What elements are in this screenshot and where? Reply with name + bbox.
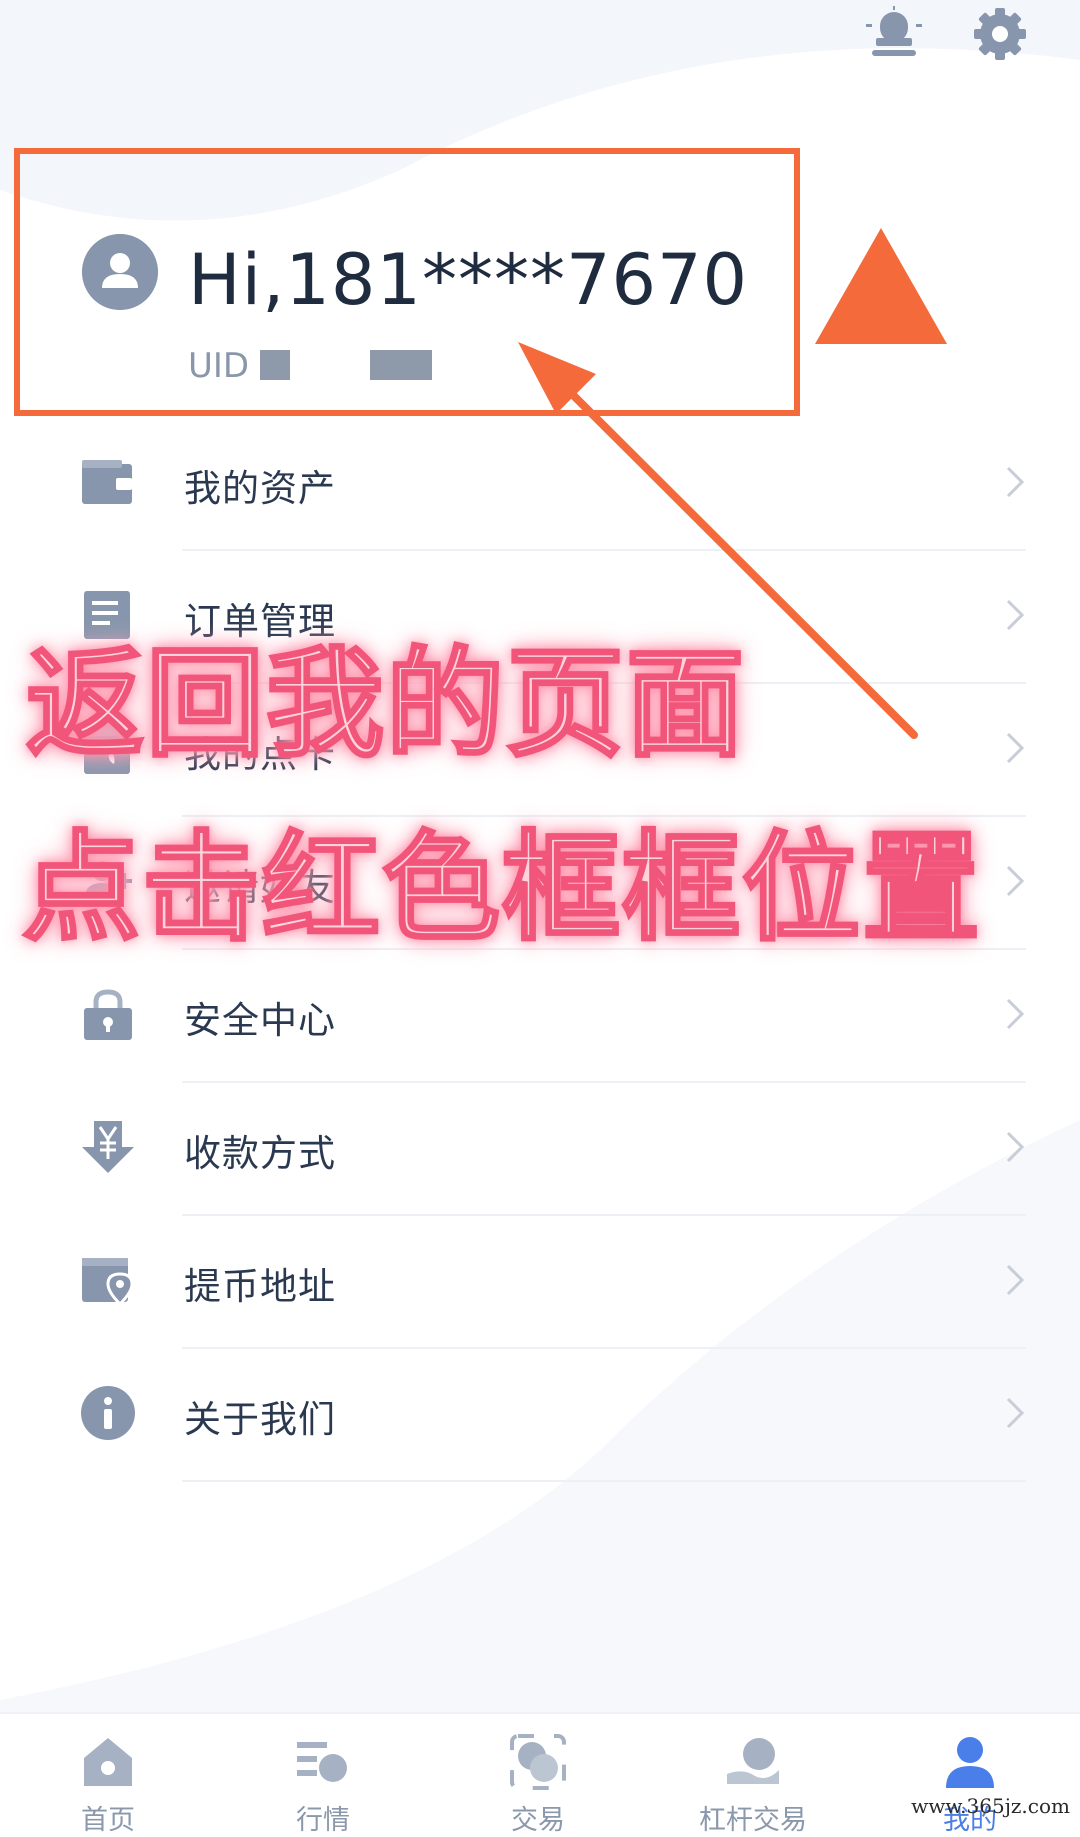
chevron-right-icon bbox=[1006, 998, 1025, 1030]
triangle-annotation-icon bbox=[815, 228, 947, 344]
user-icon bbox=[946, 1737, 994, 1788]
divider bbox=[182, 1480, 1026, 1482]
menu-item-withdraw-address[interactable]: 提币地址 bbox=[0, 1216, 1080, 1349]
chevron-right-icon bbox=[1006, 1264, 1025, 1296]
yuan-download-icon bbox=[82, 1121, 134, 1173]
tab-label: 交易 bbox=[511, 1805, 565, 1836]
chevron-right-icon bbox=[1006, 1397, 1025, 1429]
trade-icon bbox=[510, 1734, 566, 1790]
tab-label: 首页 bbox=[81, 1805, 135, 1836]
market-icon bbox=[297, 1742, 347, 1782]
menu-item-label: 关于我们 bbox=[184, 1398, 336, 1441]
user-greeting: Hi,181****7670 bbox=[188, 239, 749, 321]
overlay-instruction-line2: 点击红色框框位置 bbox=[20, 818, 983, 959]
chevron-right-icon bbox=[1006, 1131, 1025, 1163]
uid-redaction bbox=[370, 350, 432, 380]
profile-card-highlight[interactable]: Hi,181****7670 UID bbox=[14, 148, 800, 416]
uid-label: UID bbox=[188, 346, 250, 386]
menu-item-label: 收款方式 bbox=[184, 1132, 336, 1175]
uid-redaction bbox=[260, 350, 290, 380]
menu-item-label: 提币地址 bbox=[184, 1265, 336, 1308]
leverage-icon bbox=[727, 1738, 779, 1784]
chevron-right-icon bbox=[1006, 599, 1025, 631]
avatar-icon bbox=[82, 234, 158, 310]
chevron-right-icon bbox=[1006, 732, 1025, 764]
watermark: www.365jz.com bbox=[911, 1794, 1070, 1818]
tab-leverage[interactable]: 杠杆交易 bbox=[673, 1714, 833, 1836]
chevron-right-icon bbox=[1006, 466, 1025, 498]
chevron-right-icon bbox=[1006, 865, 1025, 897]
location-card-icon bbox=[82, 1258, 134, 1307]
menu-item-label: 安全中心 bbox=[184, 999, 336, 1042]
menu-item-security[interactable]: 安全中心 bbox=[0, 950, 1080, 1083]
menu-item-assets[interactable]: 我的资产 bbox=[0, 418, 1080, 551]
info-icon bbox=[81, 1386, 135, 1440]
menu-item-label: 我的资产 bbox=[184, 467, 336, 510]
tab-label: 行情 bbox=[296, 1805, 350, 1836]
alarm-bell-icon[interactable] bbox=[866, 6, 922, 62]
home-icon bbox=[84, 1738, 132, 1786]
menu-item-payment-methods[interactable]: 收款方式 bbox=[0, 1083, 1080, 1216]
tab-home[interactable]: 首页 bbox=[28, 1714, 188, 1836]
overlay-instruction-line1: 返回我的页面 bbox=[24, 634, 747, 775]
wallet-icon bbox=[82, 460, 132, 504]
menu-item-about[interactable]: 关于我们 bbox=[0, 1349, 1080, 1482]
lock-icon bbox=[84, 989, 132, 1040]
settings-gear-icon[interactable] bbox=[972, 6, 1028, 62]
tab-label: 杠杆交易 bbox=[699, 1805, 807, 1836]
tab-market[interactable]: 行情 bbox=[243, 1714, 403, 1836]
tab-trade[interactable]: 交易 bbox=[458, 1714, 618, 1836]
